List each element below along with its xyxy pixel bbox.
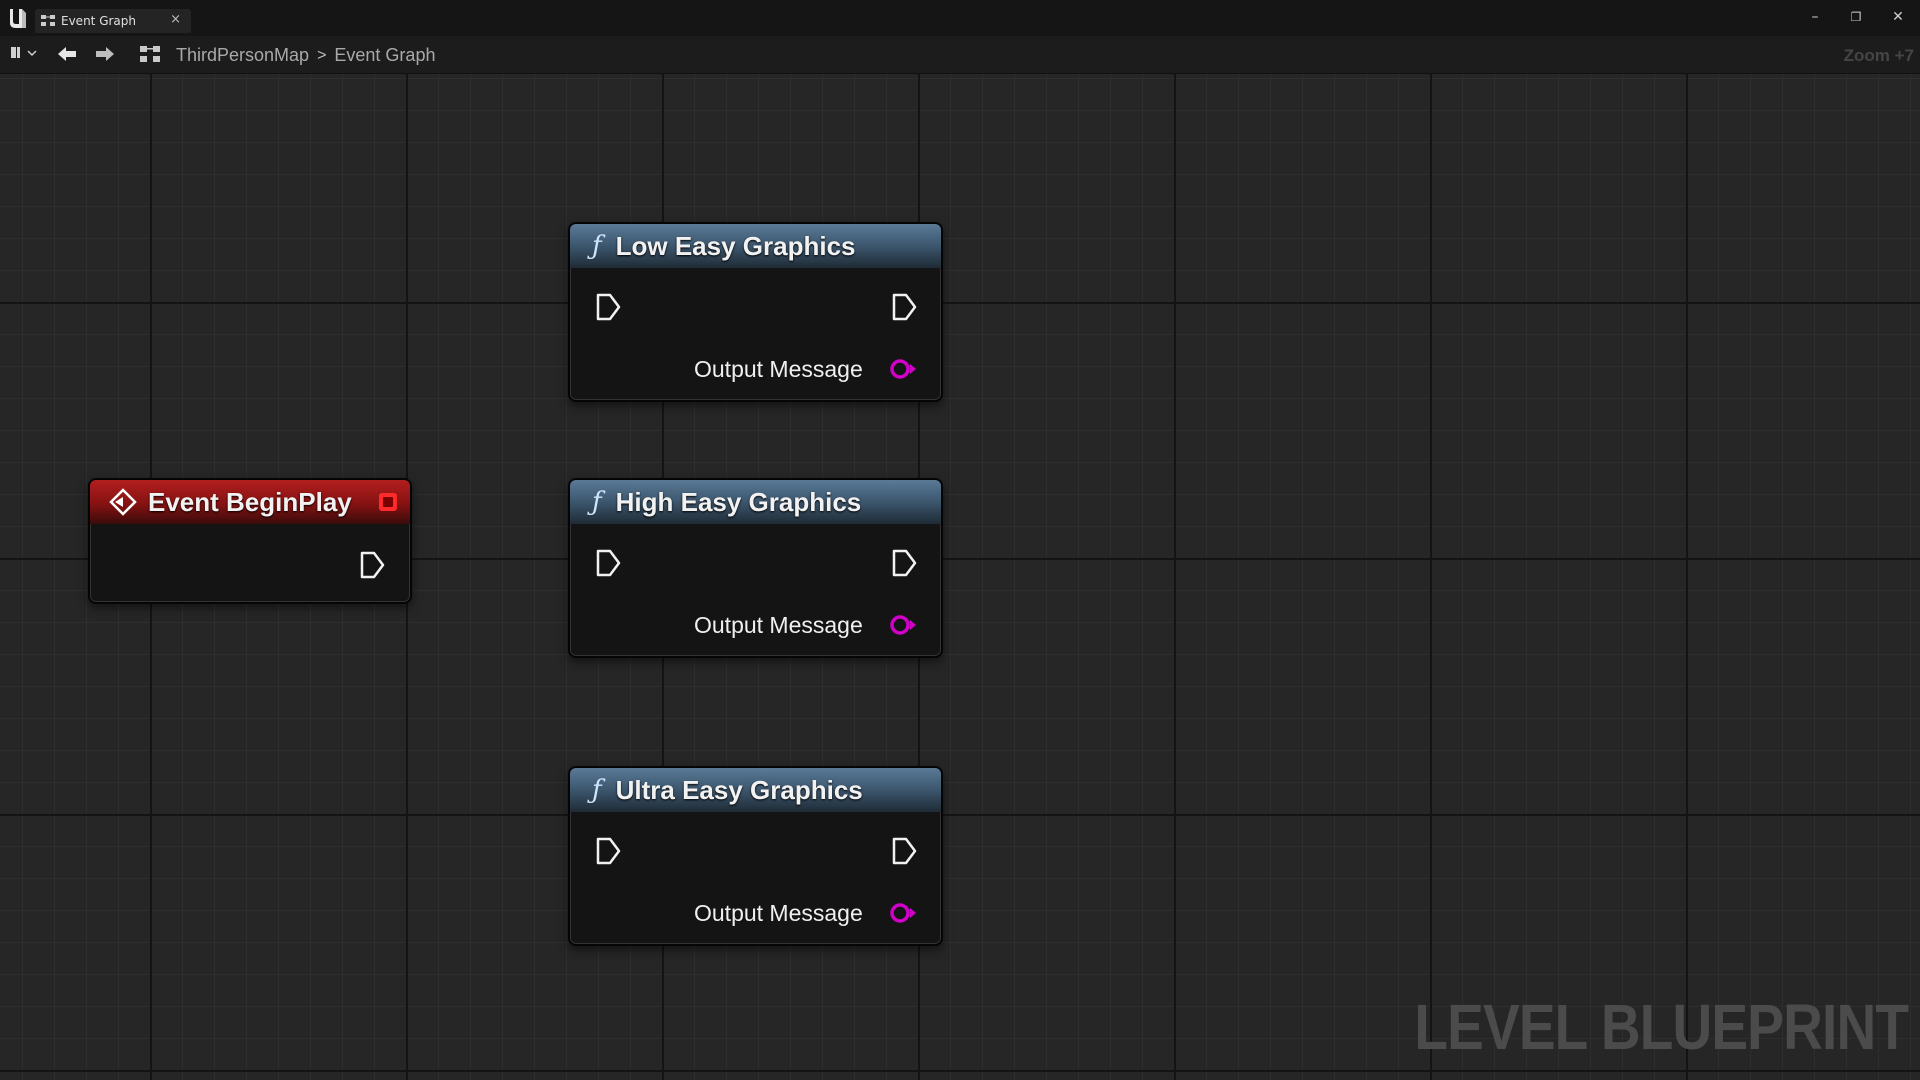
output-message-label: Output Message (694, 612, 863, 638)
event-diamond-icon (109, 488, 137, 516)
string-output-pin-icon[interactable] (888, 900, 918, 926)
back-button[interactable] (52, 44, 82, 66)
node-header[interactable]: ƒ Low Easy Graphics (570, 224, 941, 268)
title-bar: Event Graph × – ❐ ✕ (0, 0, 1920, 36)
breadcrumb-separator: > (317, 46, 327, 64)
function-icon: ƒ (592, 231, 602, 261)
bookmark-icon (11, 47, 37, 58)
high-easy-graphics-node[interactable]: ƒ High Easy Graphics Output Message (568, 478, 943, 658)
graph-toolbar: ThirdPersonMap > Event Graph Zoom +7 (0, 36, 1920, 74)
exec-output-pin-icon[interactable] (358, 550, 386, 580)
string-output-pin-icon[interactable] (888, 612, 918, 638)
graph-icon (140, 46, 160, 62)
graph-icon (41, 15, 55, 26)
minimize-button[interactable]: – (1802, 6, 1828, 28)
tab-label: Event Graph (61, 14, 136, 28)
output-message-label: Output Message (694, 900, 863, 926)
low-easy-graphics-node[interactable]: ƒ Low Easy Graphics Output Message (568, 222, 943, 402)
string-output-pin-icon[interactable] (888, 356, 918, 382)
exec-output-pin-icon[interactable] (890, 836, 918, 866)
graph-type-icon-button[interactable] (136, 44, 164, 66)
breadcrumb-current: Event Graph (334, 45, 436, 65)
exec-input-pin-icon[interactable] (594, 548, 622, 578)
graph-canvas[interactable]: Event BeginPlay ƒ Low Easy Graphics Outp… (0, 74, 1920, 1080)
arrow-right-icon (96, 47, 114, 61)
arrow-left-icon (58, 47, 76, 61)
breadcrumb-root[interactable]: ThirdPersonMap (176, 45, 309, 66)
breadcrumb: ThirdPersonMap > Event Graph (176, 45, 435, 66)
level-blueprint-watermark: LEVEL BLUEPRINT (1414, 991, 1909, 1063)
bookmark-menu-button[interactable] (6, 44, 40, 66)
forward-button[interactable] (90, 44, 120, 66)
node-header[interactable]: ƒ High Easy Graphics (570, 480, 941, 524)
close-window-button[interactable]: ✕ (1885, 6, 1911, 28)
tab-close-icon[interactable]: × (170, 12, 181, 27)
tab-event-graph[interactable]: Event Graph × (35, 9, 191, 33)
exec-input-pin-icon[interactable] (594, 292, 622, 322)
exec-output-pin-icon[interactable] (890, 292, 918, 322)
exec-input-pin-icon[interactable] (594, 836, 622, 866)
exec-output-pin-icon[interactable] (890, 548, 918, 578)
restore-button[interactable]: ❐ (1843, 6, 1869, 28)
node-header[interactable]: Event BeginPlay (90, 480, 410, 524)
ultra-easy-graphics-node[interactable]: ƒ Ultra Easy Graphics Output Message (568, 766, 943, 946)
function-icon: ƒ (592, 775, 602, 805)
event-beginplay-node[interactable]: Event BeginPlay (88, 478, 412, 604)
node-title: Ultra Easy Graphics (615, 774, 863, 805)
node-title: Low Easy Graphics (615, 230, 856, 261)
node-title: Event BeginPlay (148, 486, 352, 517)
function-icon: ƒ (592, 487, 602, 517)
zoom-level: Zoom +7 (1843, 46, 1914, 65)
output-message-label: Output Message (694, 356, 863, 382)
node-title: High Easy Graphics (615, 486, 862, 517)
unreal-logo-icon[interactable] (6, 5, 28, 31)
node-header[interactable]: ƒ Ultra Easy Graphics (570, 768, 941, 812)
stop-icon[interactable] (378, 492, 398, 512)
